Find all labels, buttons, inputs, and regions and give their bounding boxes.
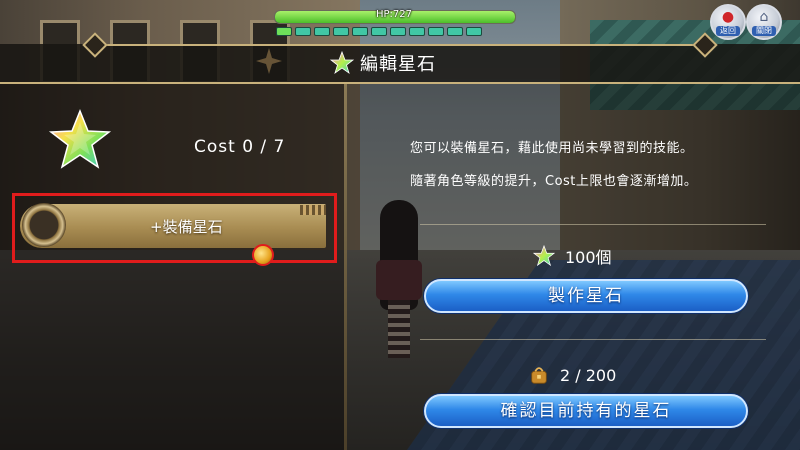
mp-segment (333, 27, 349, 36)
mp-segment (447, 27, 463, 36)
mp-segment (314, 27, 330, 36)
confirm-stones-button[interactable]: 確認目前持有的星石 (424, 394, 748, 428)
mp-segment (409, 27, 425, 36)
divider-line (420, 224, 766, 225)
empty-slot-ring (22, 203, 66, 247)
mp-segment (371, 27, 387, 36)
divider-line (420, 339, 766, 340)
description-line-2: 隨著角色等級的提升，Cost上限也會逐漸增加。 (410, 174, 698, 189)
back-button[interactable]: ● 返回 (710, 4, 746, 40)
star-stone-icon (330, 51, 354, 75)
close-icon: ⌂ (759, 9, 769, 25)
hp-text: HP:727 (375, 9, 412, 20)
equip-stone-label: +裝備星石 (150, 218, 223, 236)
cursor-icon (252, 244, 274, 266)
mp-bar (276, 27, 516, 36)
star-stone-icon (48, 108, 112, 169)
bag-icon (531, 367, 547, 384)
mp-segment (390, 27, 406, 36)
stone-count: 100個 (565, 248, 612, 267)
back-button-label: 返回 (716, 26, 740, 36)
page-title-group: 編輯星石 (330, 46, 436, 80)
inventory-count: 2 / 200 (560, 365, 617, 385)
mp-segment (276, 27, 292, 36)
inventory-count-row: 2 / 200 (528, 364, 616, 386)
header-bottom-line (0, 82, 800, 84)
back-icon: ● (721, 9, 735, 25)
cost-label: Cost 0 / 7 (194, 137, 286, 157)
mp-segment (428, 27, 444, 36)
close-button[interactable]: ⌂ 關閉 (746, 4, 782, 40)
close-button-label: 關閉 (752, 26, 776, 36)
stone-count-row: 100個 (533, 244, 612, 268)
slot-decoration (300, 205, 326, 215)
star-stone-icon (533, 245, 555, 267)
mp-segment (352, 27, 368, 36)
panel-divider (344, 84, 347, 450)
description-line-1: 您可以裝備星石，藉此使用尚未學習到的技能。 (410, 141, 694, 156)
mp-segment (466, 27, 482, 36)
ribbon-icon (256, 48, 282, 74)
page-title: 編輯星石 (360, 54, 436, 75)
craft-stone-button[interactable]: 製作星石 (424, 279, 748, 313)
mp-segment (295, 27, 311, 36)
